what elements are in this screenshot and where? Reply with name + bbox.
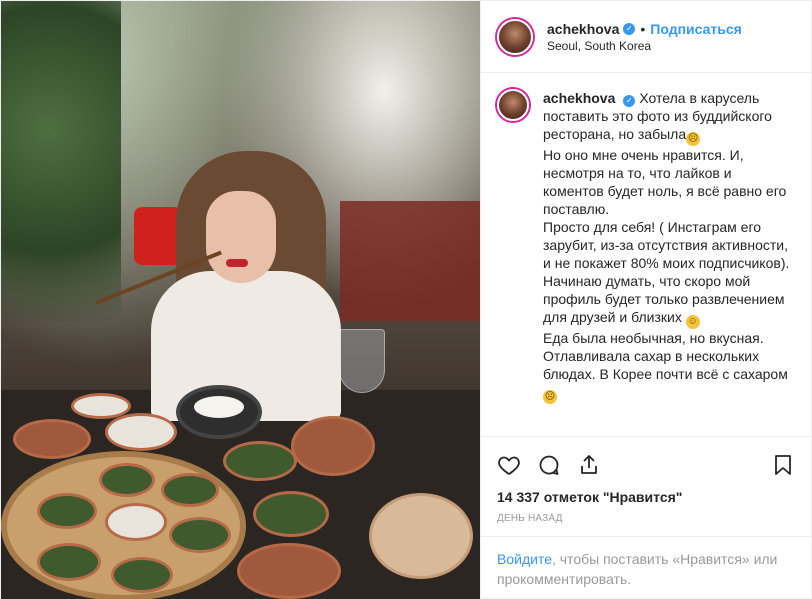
smile-emoji-icon: ☺ [685,315,700,329]
follow-button[interactable]: Подписаться [650,21,742,37]
verified-badge-icon: ✓ [623,95,636,107]
photo-woman-lips [226,259,248,267]
comment-icon[interactable] [537,453,561,477]
header-meta: achekhova ✓ • Подписаться Seoul, South K… [547,21,742,53]
login-link[interactable]: Войдите [497,551,552,567]
photo-bowl [13,419,91,459]
post-header: achekhova ✓ • Подписаться Seoul, South K… [481,1,811,73]
post-timestamp[interactable]: ДЕНЬ НАЗАД [497,513,795,524]
caption-text: Еда была необычная, но вкусная. Отлавлив… [543,330,788,382]
photo-plants [1,1,121,321]
photo-bowl [105,503,167,541]
post-photo[interactable] [1,1,480,599]
login-prompt: Войдите, чтобы поставить «Нравится» или … [481,536,811,599]
photo-red-kettle [134,207,182,265]
photo-red-cabinet [340,201,480,321]
bookmark-icon[interactable] [771,453,795,477]
photo-rice [194,396,244,418]
comments-area: achekhova ✓ Хотела в карусель поставить эт… [481,73,811,436]
share-icon[interactable] [577,453,601,477]
photo-bowl [37,543,101,581]
header-userline: achekhova ✓ • Подписаться [547,21,742,37]
caption-text: Начинаю думать, что скоро мой профиль бу… [543,273,785,325]
action-icons [497,445,795,485]
photo-woman-face [206,191,276,283]
photo-bowl [253,491,329,537]
caption: achekhova ✓ Хотела в карусель поставить эт… [543,89,795,420]
heart-icon[interactable] [497,453,521,477]
caption-line: Еда была необычная, но вкусная. Отлавлив… [543,329,795,404]
location-link[interactable]: Seoul, South Korea [547,39,742,53]
likes-count[interactable]: 14 337 отметок "Нравится" [497,489,795,505]
photo-bowl [169,517,231,553]
caption-line: achekhova ✓ Хотела в карусель поставить эт… [543,89,795,146]
verified-badge-icon: ✓ [623,22,636,35]
sad-emoji-icon: ☹ [686,132,701,146]
avatar[interactable] [497,18,533,55]
caption-line: Просто для себя! ( Инстаграм его зарубит… [543,219,790,271]
photo-bowl [105,413,177,451]
photo-bowl [223,441,297,481]
caption-line: Но оно мне очень нравится. И, несмотря н… [543,147,787,217]
photo-bowl [369,493,473,579]
photo-bowl [291,416,375,476]
photo-bowl [161,473,219,507]
username-link[interactable]: achekhova [547,21,619,37]
sad-emoji-icon: ☹ [543,390,557,404]
photo-bowl [111,557,173,593]
photo-wine-glass [339,329,385,393]
separator-dot: • [640,20,646,37]
instagram-post: achekhova ✓ • Подписаться Seoul, South K… [0,0,812,599]
caption-avatar[interactable] [497,89,529,121]
caption-line: Начинаю думать, что скоро мой профиль бу… [543,272,795,329]
photo-bowl [37,493,97,529]
caption-username-link[interactable]: achekhova [543,90,615,106]
photo-bowl [237,543,341,599]
actions-section: 14 337 отметок "Нравится" ДЕНЬ НАЗАД [481,436,811,536]
post-sidebar: achekhova ✓ • Подписаться Seoul, South K… [480,1,811,599]
photo-bowl [99,463,155,497]
